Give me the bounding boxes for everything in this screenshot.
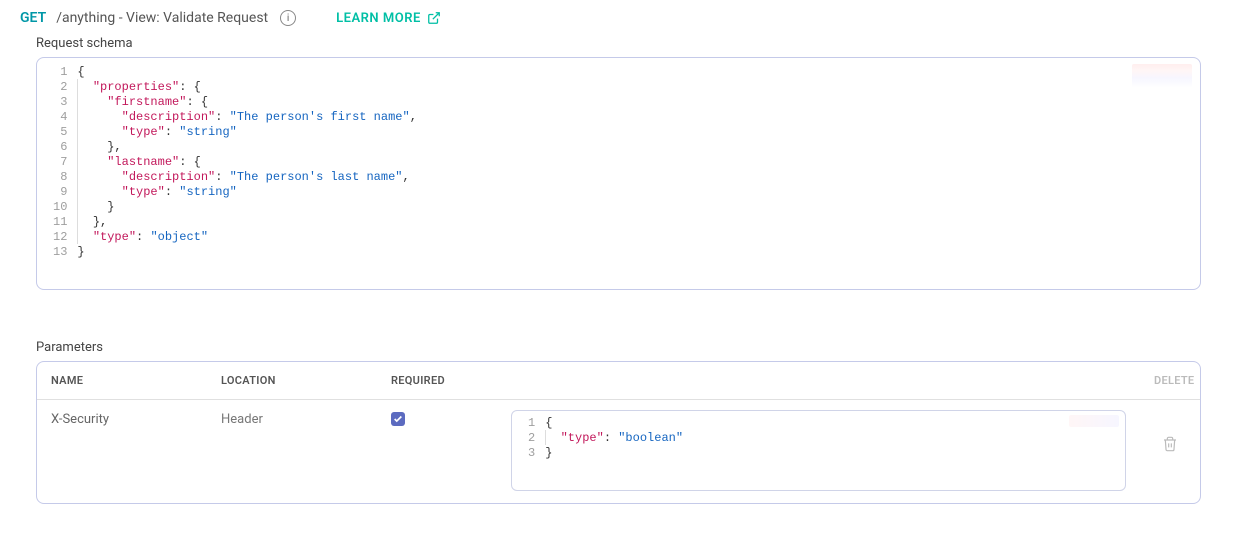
param-location: Header (207, 400, 377, 503)
required-checkbox[interactable] (391, 412, 405, 426)
route-title: /anything - View: Validate Request (56, 10, 268, 26)
col-delete: DELETE (1140, 362, 1200, 399)
param-delete-cell (1140, 400, 1200, 503)
col-schema (497, 362, 1140, 399)
param-schema-panel: 123 { "type": "boolean"} (511, 410, 1126, 491)
col-required: REQUIRED (377, 362, 497, 399)
request-schema-panel: 12345678910111213 { "properties": { "fir… (36, 57, 1201, 290)
param-name: X-Security (37, 400, 207, 503)
schema-editor[interactable]: 12345678910111213 { "properties": { "fir… (37, 64, 1200, 259)
param-required-cell (377, 400, 497, 503)
param-schema-editor[interactable]: 123 { "type": "boolean"} (512, 415, 1125, 460)
learn-more-label: LEARN MORE (336, 11, 421, 26)
parameters-label: Parameters (0, 340, 1237, 361)
trash-icon[interactable] (1162, 436, 1178, 456)
parameters-header-row: NAME LOCATION REQUIRED DELETE (37, 362, 1200, 400)
col-name: NAME (37, 362, 207, 399)
learn-more-link[interactable]: LEARN MORE (336, 11, 441, 26)
table-row: X-Security Header 123 { "type": "boolean… (37, 400, 1200, 503)
col-location: LOCATION (207, 362, 377, 399)
parameters-table: NAME LOCATION REQUIRED DELETE X-Security… (36, 361, 1201, 504)
request-schema-label: Request schema (0, 36, 1237, 57)
external-link-icon (427, 11, 441, 25)
page-header: GET /anything - View: Validate Request i… (0, 0, 1237, 36)
param-schema-cell: 123 { "type": "boolean"} (497, 400, 1140, 503)
info-icon[interactable]: i (280, 10, 296, 26)
http-method: GET (20, 10, 46, 26)
